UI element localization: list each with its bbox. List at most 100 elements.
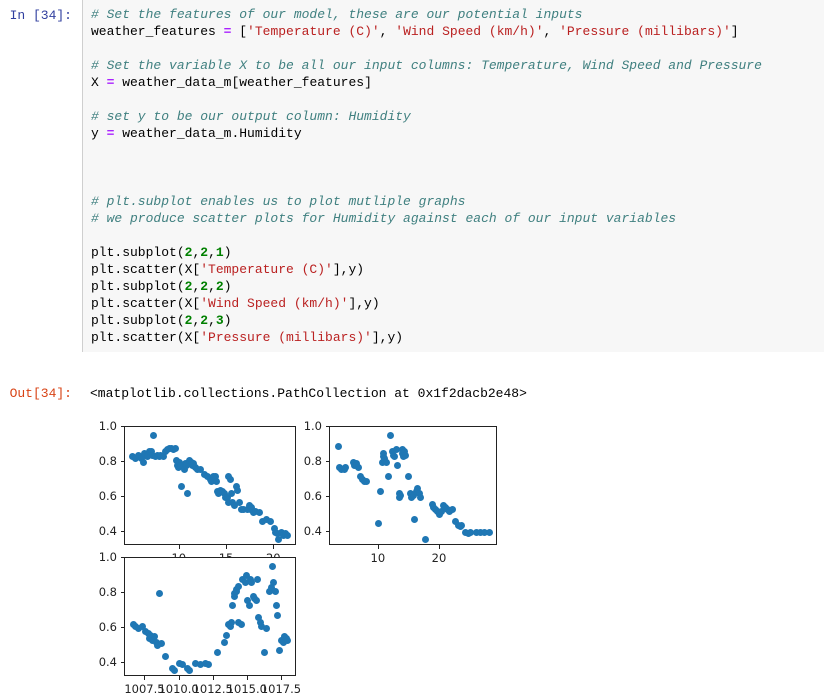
data-point — [213, 477, 221, 485]
x-tick-mark — [438, 545, 440, 549]
x-tick-mark — [178, 676, 180, 680]
x-tick-label: 20 — [431, 551, 447, 565]
y-tick-label: 0.4 — [98, 655, 117, 669]
y-tick-mark — [325, 461, 329, 462]
y-tick-mark — [120, 627, 124, 628]
x-tick-mark — [178, 545, 180, 549]
data-point — [396, 491, 404, 499]
data-point — [260, 649, 268, 656]
data-point — [404, 472, 412, 480]
y-tick-label: 1.0 — [98, 419, 117, 433]
data-point — [335, 442, 343, 450]
data-point — [416, 493, 424, 501]
data-point — [178, 483, 186, 490]
y-tick-label: 0.6 — [98, 620, 117, 634]
y-tick-label: 1.0 — [303, 419, 322, 433]
data-point — [221, 638, 229, 646]
data-point — [233, 486, 241, 494]
data-point — [386, 432, 394, 440]
y-tick-label: 0.4 — [98, 524, 117, 538]
data-point — [245, 601, 253, 609]
y-tick-mark — [325, 531, 329, 532]
data-point — [354, 463, 362, 471]
data-point — [263, 624, 271, 632]
data-point — [214, 649, 222, 656]
code-editor[interactable]: # Set the features of our model, these a… — [82, 0, 824, 352]
data-point — [226, 476, 234, 483]
data-point — [253, 575, 261, 583]
data-point — [237, 621, 245, 628]
source-code[interactable]: # Set the features of our model, these a… — [83, 0, 824, 352]
y-tick-mark — [120, 557, 124, 558]
scatter-plot-humidity-vs-pressure: 0.4 0.6 0.8 1.0 1007.5 1010.0 1012.5 1015.0 1017… — [99, 550, 301, 696]
data-point — [393, 462, 401, 469]
x-tick-mark — [273, 545, 275, 549]
scatter-plot-humidity-vs-temperature: 0.40.60.81.0101520 — [99, 419, 296, 565]
y-tick-mark — [325, 496, 329, 497]
x-tick-mark — [226, 545, 228, 549]
y-tick-mark — [120, 461, 124, 462]
axes-frame-0 — [124, 426, 296, 545]
y-tick-label: 0.8 — [98, 454, 117, 468]
data-point — [234, 582, 242, 590]
output-repr-text: <matplotlib.collections.PathCollection a… — [90, 386, 527, 401]
data-point — [158, 640, 166, 648]
y-tick-label: 0.4 — [303, 524, 322, 538]
data-point — [421, 535, 429, 543]
data-point — [391, 453, 399, 461]
data-point — [284, 532, 292, 539]
y-tick-mark — [120, 496, 124, 497]
x-tick-mark — [246, 676, 248, 680]
y-tick-mark — [120, 531, 124, 532]
data-point — [402, 451, 410, 459]
matplotlib-figure: 0.40.60.81.0101520 0.40.60.81.01020 0.40… — [0, 410, 824, 696]
y-tick-mark — [325, 426, 329, 427]
y-tick-label: 1.0 — [98, 550, 117, 564]
data-point — [222, 631, 230, 639]
y-tick-mark — [120, 592, 124, 593]
axes-frame-1 — [329, 426, 497, 545]
data-point — [275, 647, 283, 655]
data-point — [377, 488, 385, 496]
y-tick-label: 0.6 — [303, 489, 322, 503]
data-point — [150, 432, 158, 440]
data-point — [185, 666, 193, 674]
data-point — [363, 477, 371, 485]
data-point — [458, 521, 466, 529]
data-point — [274, 612, 282, 620]
y-tick-mark — [120, 426, 124, 427]
data-point — [255, 509, 263, 517]
x-tick-mark — [377, 545, 379, 549]
data-point — [382, 458, 390, 466]
data-point — [155, 589, 163, 597]
x-tick-mark — [280, 676, 282, 680]
x-tick-label: 10 — [370, 551, 386, 565]
x-tick-label: 1017.5 — [260, 682, 302, 696]
data-point — [273, 601, 281, 609]
data-point — [270, 579, 278, 586]
scatter-plot-humidity-vs-wind-speed: 0.4 0.6 0.8 1.0 10 20 — [304, 419, 497, 565]
data-point — [252, 596, 260, 604]
data-point — [227, 619, 235, 627]
data-point — [374, 519, 382, 527]
data-point — [183, 490, 191, 497]
y-tick-mark — [120, 662, 124, 663]
data-point — [448, 505, 456, 513]
input-prompt: In [34]: — [9, 8, 72, 23]
data-point — [170, 666, 178, 674]
data-point — [268, 563, 276, 571]
data-point — [283, 636, 291, 644]
x-tick-mark — [212, 676, 214, 680]
data-point — [267, 518, 275, 525]
axes-frame-2 — [124, 557, 296, 676]
y-tick-label: 0.8 — [98, 585, 117, 599]
y-tick-label: 0.6 — [98, 489, 117, 503]
y-tick-label: 0.8 — [303, 454, 322, 468]
data-point — [161, 652, 169, 660]
data-point — [204, 661, 212, 669]
output-prompt: Out[34]: — [9, 386, 72, 401]
data-point — [384, 472, 392, 480]
data-point — [229, 601, 237, 609]
data-point — [235, 498, 243, 506]
x-tick-mark — [144, 676, 146, 680]
